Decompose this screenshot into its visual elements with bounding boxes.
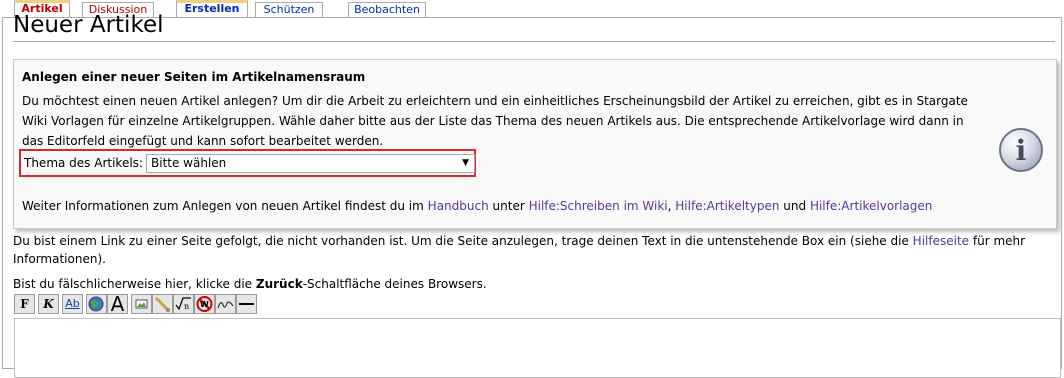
media-icon	[154, 296, 170, 312]
signature-icon	[217, 301, 234, 309]
link-handbuch[interactable]: Handbuch	[428, 199, 489, 213]
internal-link-button[interactable]: Ab	[62, 294, 83, 314]
tab-erstellen[interactable]: Erstellen	[176, 0, 248, 17]
info-more-comma: ,	[667, 199, 672, 213]
infobox-heading: Anlegen einer neuer Seiten im Artikelnam…	[22, 70, 366, 84]
external-link-button[interactable]	[86, 294, 107, 314]
image-button[interactable]	[131, 294, 152, 314]
sqrt-icon: n	[175, 297, 191, 311]
svg-text:W: W	[200, 300, 209, 309]
notice-text-a: Du bist einem Link zu einer Seite gefolg…	[13, 234, 909, 248]
horizontal-line-icon	[239, 303, 254, 305]
svg-text:n: n	[184, 302, 189, 311]
nowiki-button[interactable]: W	[194, 294, 215, 314]
topic-select-highlight: Thema des Artikels: Bitte wählen ▼	[19, 149, 476, 177]
math-button[interactable]: n	[173, 294, 194, 314]
missing-page-notice: Du bist einem Link zu einer Seite gefolg…	[13, 232, 1043, 268]
bold-button[interactable]: F	[14, 294, 35, 314]
back-text-bold: Zurück	[255, 277, 303, 291]
link-hilfe-schreiben[interactable]: Hilfe:Schreiben im Wiki	[529, 199, 668, 213]
topic-select-label: Thema des Artikels:	[24, 156, 143, 170]
dropdown-arrow-icon: ▼	[462, 158, 469, 168]
back-text-b: -Schaltfläche deines Browsers.	[302, 277, 487, 291]
info-more-line: Weiter Informationen zum Anlegen von neu…	[22, 199, 932, 213]
back-text-a: Bist du fälschlicherweise hier, klicke d…	[13, 277, 253, 291]
info-more-prefix: Weiter Informationen zum Anlegen von neu…	[22, 199, 424, 213]
info-icon: i	[999, 128, 1043, 172]
tab-beobachten[interactable]: Beobachten	[348, 2, 426, 17]
link-hilfeseite[interactable]: Hilfeseite	[913, 234, 969, 248]
link-hilfe-artikelvorlagen[interactable]: Hilfe:Artikelvorlagen	[810, 199, 932, 213]
nowiki-icon: W	[196, 296, 213, 312]
info-more-unter: unter	[492, 199, 525, 213]
topic-select[interactable]: Bitte wählen ▼	[146, 154, 475, 173]
italic-button[interactable]: K	[38, 294, 59, 314]
tab-schuetzen[interactable]: Schützen	[255, 2, 323, 17]
link-hilfe-artikeltypen[interactable]: Hilfe:Artikeltypen	[675, 199, 779, 213]
image-icon	[135, 299, 148, 309]
horizontal-line-button[interactable]	[236, 294, 257, 314]
headline-button[interactable]: A	[107, 294, 128, 314]
infobox-text: Du möchtest einen neuen Artikel anlegen?…	[22, 94, 968, 148]
media-button[interactable]	[152, 294, 173, 314]
title-divider	[13, 41, 1055, 42]
signature-button[interactable]	[215, 294, 236, 314]
topic-select-value: Bitte wählen	[151, 156, 227, 170]
create-article-infobox: Anlegen einer neuer Seiten im Artikelnam…	[13, 59, 1057, 229]
globe-icon	[88, 296, 104, 312]
edit-textarea[interactable]	[14, 318, 1061, 378]
page-title: Neuer Artikel	[13, 12, 164, 38]
back-notice: Bist du fälschlicherweise hier, klicke d…	[13, 275, 1043, 293]
info-more-und: und	[783, 199, 807, 213]
